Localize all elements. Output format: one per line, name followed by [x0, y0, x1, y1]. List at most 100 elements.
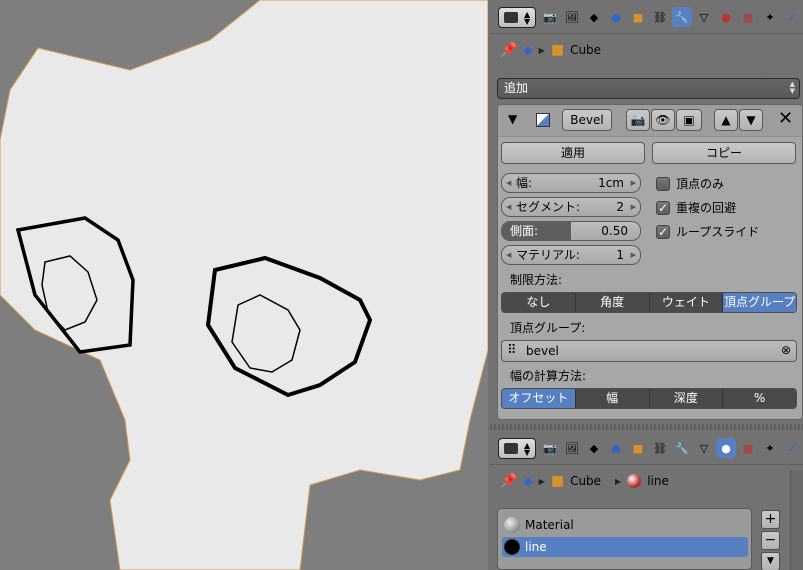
scene-data-icon: ◆	[523, 474, 533, 488]
limit-method-angle[interactable]: 角度	[575, 293, 650, 312]
limit-method-none[interactable]: なし	[502, 293, 576, 312]
profile-slider[interactable]: 側面: 0.50	[501, 221, 641, 241]
world-icon[interactable]: ●	[606, 7, 626, 27]
clamp-overlap-checkbox[interactable]: ✓ 重複の回避	[656, 199, 736, 216]
object-icon[interactable]: ■	[628, 7, 648, 27]
viewport-toggle-icon[interactable]: 👁	[651, 109, 675, 131]
material-icon[interactable]: ●	[716, 7, 736, 27]
data-icon[interactable]: ▽	[694, 438, 714, 458]
object-icon: ■	[550, 42, 565, 58]
breadcrumb-arrow-icon: ▶	[615, 476, 622, 486]
slot-menu-button[interactable]: ▼	[761, 552, 780, 570]
render-layers-icon[interactable]: 🖼	[562, 438, 582, 458]
particles-icon[interactable]: ✦	[760, 7, 780, 27]
width-method-width[interactable]: 幅	[575, 389, 650, 408]
list-item[interactable]: Material	[502, 515, 748, 535]
material-index-value: 1	[616, 248, 624, 262]
vertex-group-value: bevel	[526, 344, 559, 358]
apply-label: 適用	[560, 146, 585, 160]
right-arrow-icon: ▶	[630, 203, 636, 211]
editor-type-button[interactable]: ▲ ▼	[498, 438, 536, 459]
move-up-icon[interactable]: ▲	[714, 109, 738, 131]
world-icon[interactable]: ●	[606, 438, 626, 458]
texture-icon[interactable]: ▦	[738, 7, 758, 27]
pin-icon[interactable]: 📌	[500, 42, 517, 58]
left-arrow-icon: ◀	[506, 179, 512, 187]
texture-icon[interactable]: ▦	[738, 438, 758, 458]
limit-method-selector: なし 角度 ウェイト 頂点グループ	[501, 292, 797, 313]
width-field[interactable]: ◀ 幅: 1cm ▶	[501, 173, 641, 193]
width-method-depth[interactable]: 深度	[649, 389, 724, 408]
profile-value: 0.50	[601, 224, 628, 238]
check-icon: ✓	[656, 200, 670, 215]
add-slot-button[interactable]: +	[761, 510, 780, 529]
collapse-triangle-icon[interactable]: ▼	[508, 112, 517, 126]
scene-icon[interactable]: ◆	[584, 7, 604, 27]
material-name: line	[647, 474, 669, 488]
vertex-only-label: 頂点のみ	[676, 177, 725, 191]
updown-arrow-icon: ▲ ▼	[789, 80, 795, 95]
move-down-icon[interactable]: ▼	[739, 109, 763, 131]
data-icon[interactable]: ▽	[694, 7, 714, 27]
width-method-offset[interactable]: オフセット	[502, 389, 576, 408]
limit-method-label: 制限方法:	[510, 273, 563, 287]
editor-type-button[interactable]: ▲ ▼	[498, 7, 536, 28]
properties-editor-icon	[504, 12, 518, 23]
material-index-label: マテリアル:	[516, 248, 580, 262]
segments-value: 2	[616, 200, 624, 214]
limit-method-weight[interactable]: ウェイト	[649, 293, 724, 312]
breadcrumb-top: 📌 ◆ ▶ ■ Cube	[490, 34, 803, 66]
material-index-field[interactable]: ◀ マテリアル: 1 ▶	[501, 245, 641, 265]
object-name: Cube	[570, 43, 602, 57]
material-slot-name: line	[525, 540, 547, 554]
apply-button[interactable]: 適用	[501, 142, 645, 164]
object-name: Cube	[570, 474, 602, 488]
modifiers-icon[interactable]: 🔧	[672, 438, 692, 458]
segments-field[interactable]: ◀ セグメント: 2 ▶	[501, 197, 641, 217]
add-modifier-dropdown[interactable]: 追加 ▲ ▼	[497, 78, 800, 99]
constraints-icon[interactable]: ⛓	[650, 438, 670, 458]
material-ball-icon	[627, 474, 642, 488]
editmode-toggle-icon[interactable]: ▣	[676, 109, 702, 131]
width-method-percent[interactable]: %	[723, 389, 796, 408]
add-modifier-label: 追加	[504, 81, 529, 95]
list-item[interactable]: line	[502, 537, 748, 557]
modifiers-icon[interactable]: 🔧	[672, 7, 692, 27]
physics-icon[interactable]: ✓	[782, 7, 802, 27]
close-icon[interactable]: ✕	[778, 108, 793, 129]
width-method-label: 幅の計算方法:	[510, 369, 587, 383]
area-split-handle[interactable]	[490, 424, 803, 430]
clear-field-icon[interactable]: ⊗	[781, 343, 791, 357]
particles-icon[interactable]: ✦	[760, 438, 780, 458]
copy-button[interactable]: コピー	[652, 142, 796, 164]
render-toggle-icon[interactable]: 📷	[626, 109, 650, 131]
3d-viewport[interactable]	[0, 0, 488, 570]
constraints-icon[interactable]: ⛓	[650, 7, 670, 27]
vertex-group-label: 頂点グループ:	[510, 321, 586, 335]
vertex-group-field[interactable]: ⠿ bevel ⊗	[501, 340, 797, 362]
vertex-only-checkbox[interactable]: 頂点のみ	[656, 175, 724, 192]
remove-slot-button[interactable]: −	[761, 531, 780, 550]
scene-icon[interactable]: ◆	[584, 438, 604, 458]
width-method-selector: オフセット 幅 深度 %	[501, 388, 797, 409]
material-icon[interactable]: ●	[716, 438, 736, 458]
properties-editor-icon	[504, 443, 518, 454]
vertex-group-icon: ⠿	[507, 343, 517, 358]
width-value: 1cm	[598, 176, 624, 190]
object-icon[interactable]: ■	[628, 438, 648, 458]
left-arrow-icon: ◀	[506, 251, 512, 259]
render-layers-icon[interactable]: 🖼	[562, 7, 582, 27]
mesh-silhouette	[0, 0, 488, 570]
pin-icon[interactable]: 📌	[500, 473, 517, 489]
loop-slide-checkbox[interactable]: ✓ ループスライド	[656, 223, 759, 240]
render-icon[interactable]: 📷	[540, 7, 560, 27]
mesh-view	[0, 0, 488, 570]
width-label: 幅:	[516, 176, 533, 190]
physics-icon[interactable]: ✓	[782, 438, 802, 458]
bevel-modifier-panel: ▼ Bevel 📷 👁 ▣ ▲ ▼ ✕ 適用 コピー ◀ 幅: 1cm ▶ ◀ …	[497, 104, 803, 420]
scrollbar[interactable]	[790, 470, 803, 570]
modifier-name-field[interactable]: Bevel	[562, 109, 612, 131]
left-arrow-icon: ◀	[506, 203, 512, 211]
limit-method-vertex-group[interactable]: 頂点グループ	[723, 293, 796, 312]
render-icon[interactable]: 📷	[540, 438, 560, 458]
